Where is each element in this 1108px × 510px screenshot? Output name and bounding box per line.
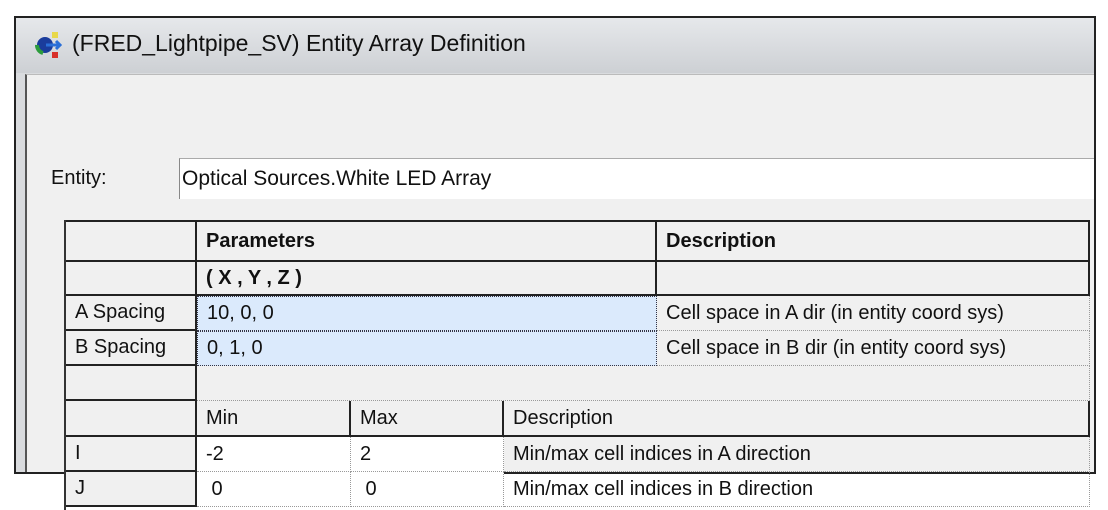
entity-label: Entity: — [51, 167, 107, 189]
j-description: Min/max cell indices in B direction — [504, 472, 1090, 507]
window-title: (FRED_Lightpipe_SV) Entity Array Definit… — [72, 30, 526, 56]
row-header-a-spacing[interactable]: A Spacing — [66, 296, 197, 331]
i-description: Min/max cell indices in A direction — [504, 437, 1090, 472]
xyz-subheader: ( X , Y , Z ) — [197, 262, 657, 296]
i-min-input[interactable]: -2 — [197, 437, 351, 472]
a-spacing-description: Cell space in A dir (in entity coord sys… — [657, 296, 1090, 331]
fred-app-icon — [35, 32, 63, 58]
array-parameters-grid: Parameters Description ( X , Y , Z ) A S… — [64, 220, 1090, 510]
index-description-header: Description — [504, 401, 1090, 437]
row-header-i[interactable]: I — [66, 437, 197, 472]
entity-array-dialog: (FRED_Lightpipe_SV) Entity Array Definit… — [14, 16, 1096, 510]
row-header-b-spacing[interactable]: B Spacing — [66, 331, 197, 366]
i-max-input[interactable]: 2 — [351, 437, 504, 472]
entity-field[interactable]: Optical Sources.White LED Array — [179, 158, 1094, 199]
b-spacing-input[interactable]: 0, 1, 0 — [197, 331, 657, 366]
title-bar[interactable]: (FRED_Lightpipe_SV) Entity Array Definit… — [16, 18, 1094, 73]
min-header: Min — [197, 401, 351, 437]
description-header: Description — [657, 220, 1090, 262]
a-spacing-input[interactable]: 10, 0, 0 — [197, 296, 657, 331]
description-subheader — [657, 262, 1090, 296]
blank-row-header — [66, 366, 197, 401]
index-corner-cell — [66, 401, 197, 437]
parameters-header: Parameters — [197, 220, 657, 262]
blank-row — [197, 366, 1090, 401]
corner-header-cell — [66, 220, 197, 262]
j-min-input[interactable]: 0 — [197, 472, 351, 507]
dialog-body: Entity: Optical Sources.White LED Array … — [25, 74, 1094, 510]
max-header: Max — [351, 401, 504, 437]
b-spacing-description: Cell space in B dir (in entity coord sys… — [657, 331, 1090, 366]
row-header-j[interactable]: J — [66, 472, 197, 507]
j-max-input[interactable]: 0 — [351, 472, 504, 507]
corner-subheader-cell — [66, 262, 197, 296]
